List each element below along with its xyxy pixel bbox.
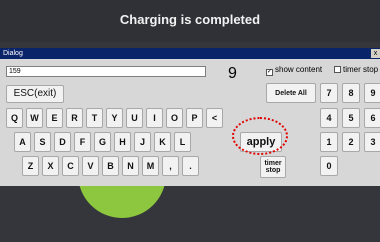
key-comma[interactable]: , <box>162 156 179 176</box>
key-l[interactable]: L <box>174 132 191 152</box>
status-banner: Charging is completed <box>0 0 380 42</box>
key-r[interactable]: R <box>66 108 83 128</box>
timer-stop-button[interactable]: timer stop <box>260 156 286 178</box>
key-a[interactable]: A <box>14 132 31 152</box>
key-b[interactable]: B <box>102 156 119 176</box>
key-t[interactable]: T <box>86 108 103 128</box>
timer-stop-checkbox[interactable]: timer stop <box>334 65 378 74</box>
key-k[interactable]: K <box>154 132 171 152</box>
key-x[interactable]: X <box>42 156 59 176</box>
key-period[interactable]: . <box>182 156 199 176</box>
key-p[interactable]: P <box>186 108 203 128</box>
key-d[interactable]: D <box>54 132 71 152</box>
keyboard-dialog: Dialog x 159 9 ✓ show content timer stop … <box>0 48 380 186</box>
numpad-key-8[interactable]: 8 <box>342 83 360 103</box>
checkbox-checked-icon: ✓ <box>266 69 273 76</box>
numpad-key-6[interactable]: 6 <box>364 108 380 128</box>
key-n[interactable]: N <box>122 156 139 176</box>
key-j[interactable]: J <box>134 132 151 152</box>
show-content-checkbox[interactable]: ✓ show content <box>266 65 322 76</box>
key-y[interactable]: Y <box>106 108 123 128</box>
numpad-key-9[interactable]: 9 <box>364 83 380 103</box>
key-m[interactable]: M <box>142 156 159 176</box>
numpad-key-7[interactable]: 7 <box>320 83 338 103</box>
text-input[interactable]: 159 <box>6 66 206 77</box>
apply-highlight-annotation <box>232 117 288 155</box>
numpad-key-1[interactable]: 1 <box>320 132 338 152</box>
key-e[interactable]: E <box>46 108 63 128</box>
numpad-key-5[interactable]: 5 <box>342 108 360 128</box>
key-o[interactable]: O <box>166 108 183 128</box>
close-icon[interactable]: x <box>371 49 380 58</box>
status-title: Charging is completed <box>119 12 261 27</box>
numpad-key-3[interactable]: 3 <box>364 132 380 152</box>
dialog-titlebar: Dialog x <box>0 48 380 59</box>
show-content-label: show content <box>275 65 323 74</box>
key-c[interactable]: C <box>62 156 79 176</box>
key-w[interactable]: W <box>26 108 43 128</box>
checkbox-icon <box>334 66 341 73</box>
key-f[interactable]: F <box>74 132 91 152</box>
esc-exit-button[interactable]: ESC(exit) <box>6 85 64 103</box>
key-v[interactable]: V <box>82 156 99 176</box>
key-i[interactable]: I <box>146 108 163 128</box>
numpad-key-2[interactable]: 2 <box>342 132 360 152</box>
key-g[interactable]: G <box>94 132 111 152</box>
delete-all-button[interactable]: Delete All <box>266 83 316 103</box>
numpad-key-0[interactable]: 0 <box>320 156 338 176</box>
dialog-title: Dialog <box>3 50 23 57</box>
key-u[interactable]: U <box>126 108 143 128</box>
key-s[interactable]: S <box>34 132 51 152</box>
key-z[interactable]: Z <box>22 156 39 176</box>
timer-stop-label: timer stop <box>343 65 379 74</box>
key-h[interactable]: H <box>114 132 131 152</box>
key-q[interactable]: Q <box>6 108 23 128</box>
backspace-key[interactable]: < <box>206 108 223 128</box>
last-key-display: 9 <box>228 65 237 82</box>
numpad-key-4[interactable]: 4 <box>320 108 338 128</box>
